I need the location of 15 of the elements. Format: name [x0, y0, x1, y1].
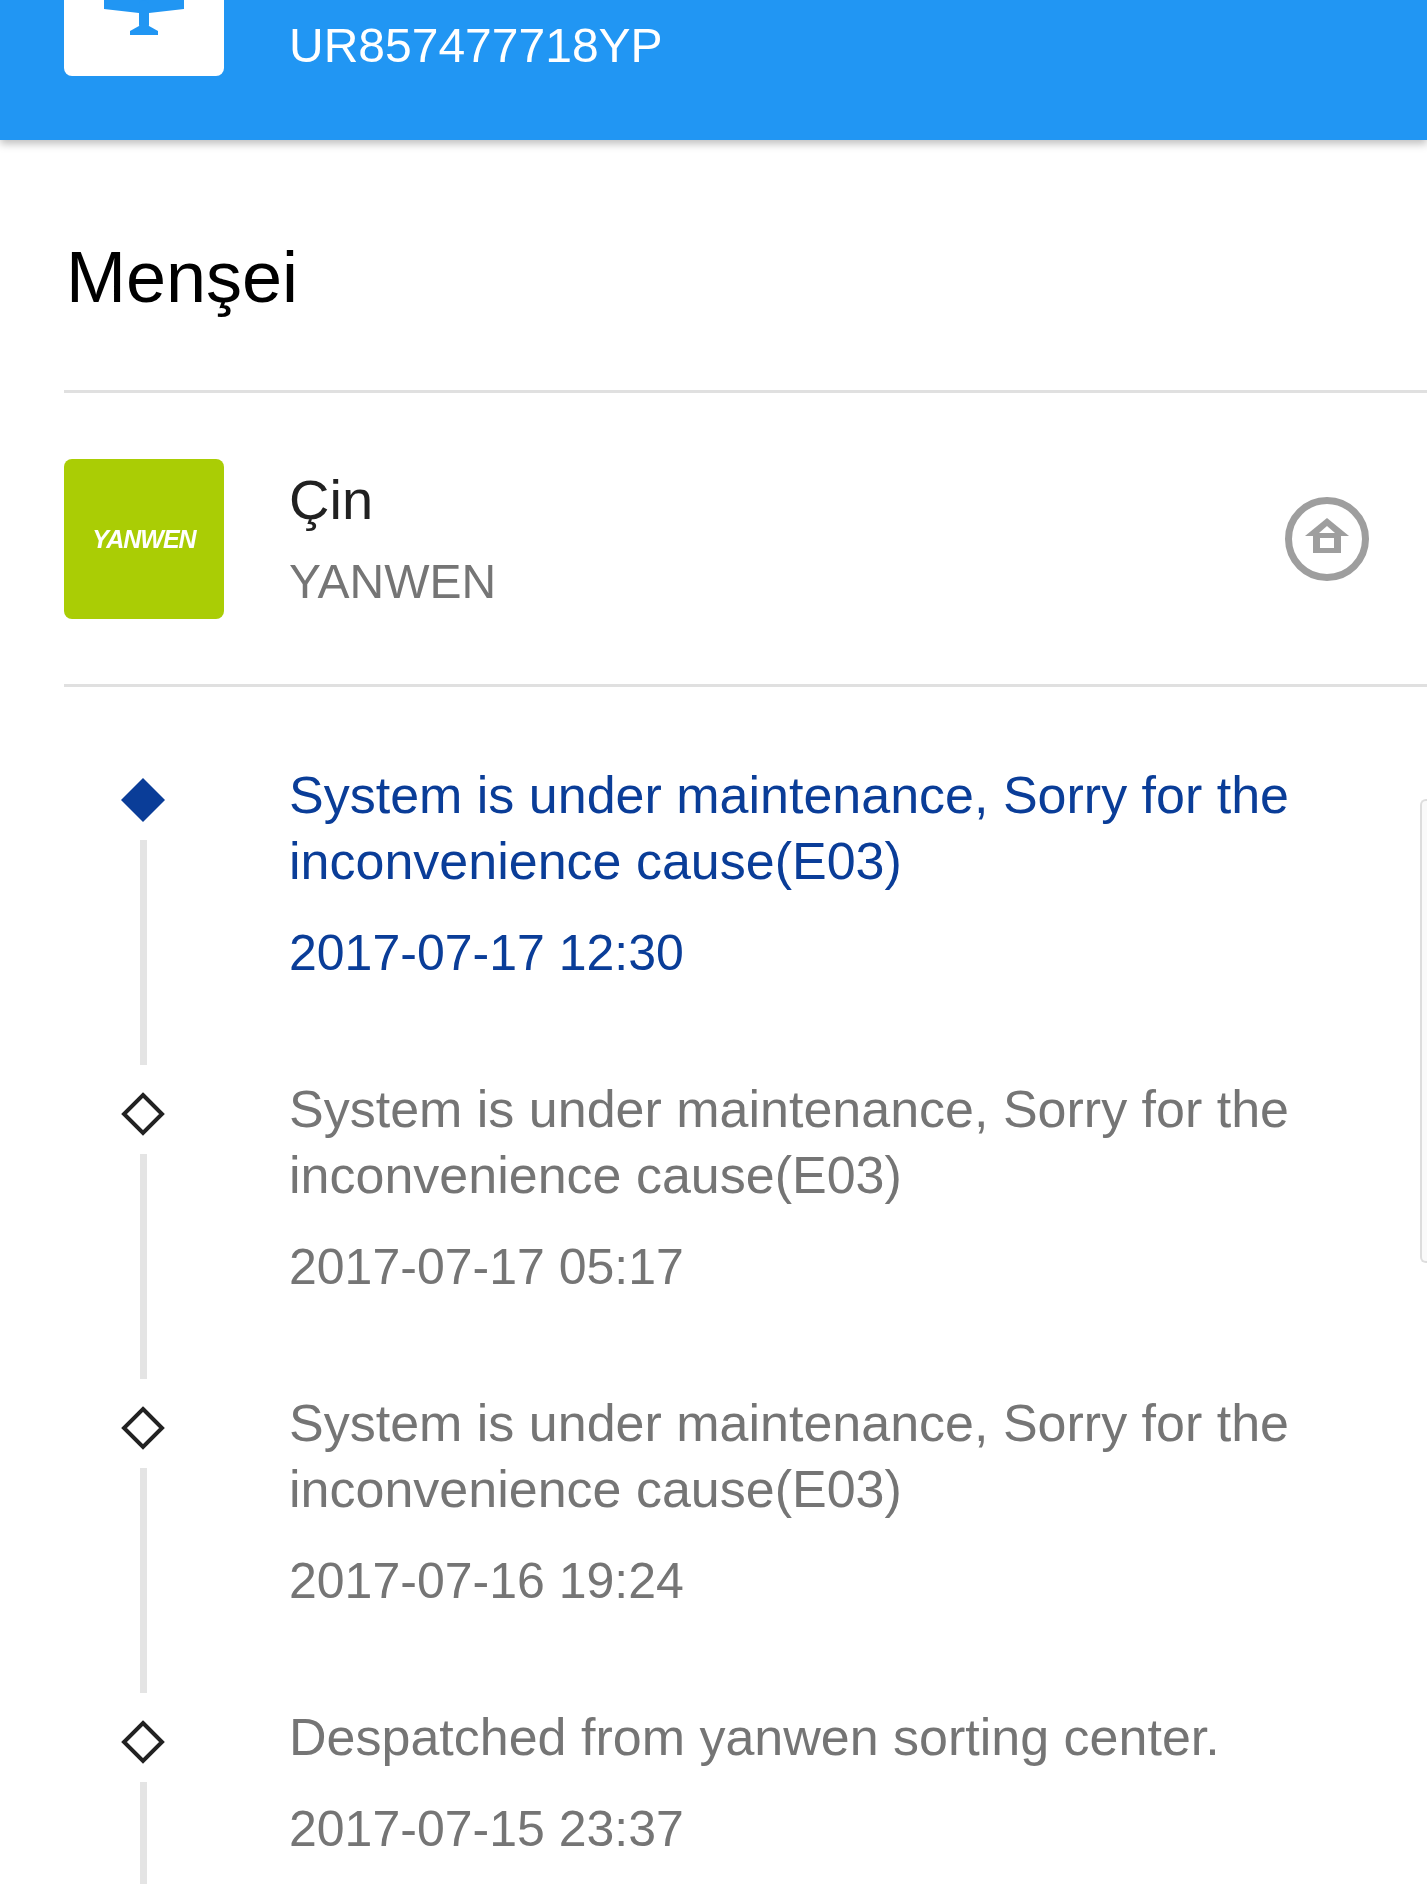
section-heading: Menşei	[66, 236, 300, 319]
event-description: System is under maintenance, Sorry for the inconvenience cause(E03)	[289, 765, 1290, 892]
carrier-name: YANWEN	[289, 553, 497, 610]
event-description: System is under maintenance, Sorry for the inconvenience cause(E03)	[289, 1079, 1290, 1206]
event-time: 2017-07-15 23:37	[289, 1800, 685, 1859]
event-time: 2017-07-16 19:24	[289, 1552, 685, 1611]
event-time: 2017-07-17 12:30	[289, 924, 685, 983]
tracking-number: UR857477718YP	[289, 18, 663, 74]
event-description: System is under maintenance, Sorry for the inconvenience cause(E03)	[289, 1393, 1290, 1520]
carrier-logo: YANWEN	[64, 459, 224, 619]
scrollbar-thumb[interactable]	[1420, 799, 1427, 1263]
home-icon[interactable]	[1284, 496, 1370, 582]
event-description: Despatched from yanwen sorting center.	[289, 1707, 1221, 1768]
country-name: Çin	[289, 467, 374, 532]
event-time: 2017-07-17 05:17	[289, 1238, 685, 1297]
